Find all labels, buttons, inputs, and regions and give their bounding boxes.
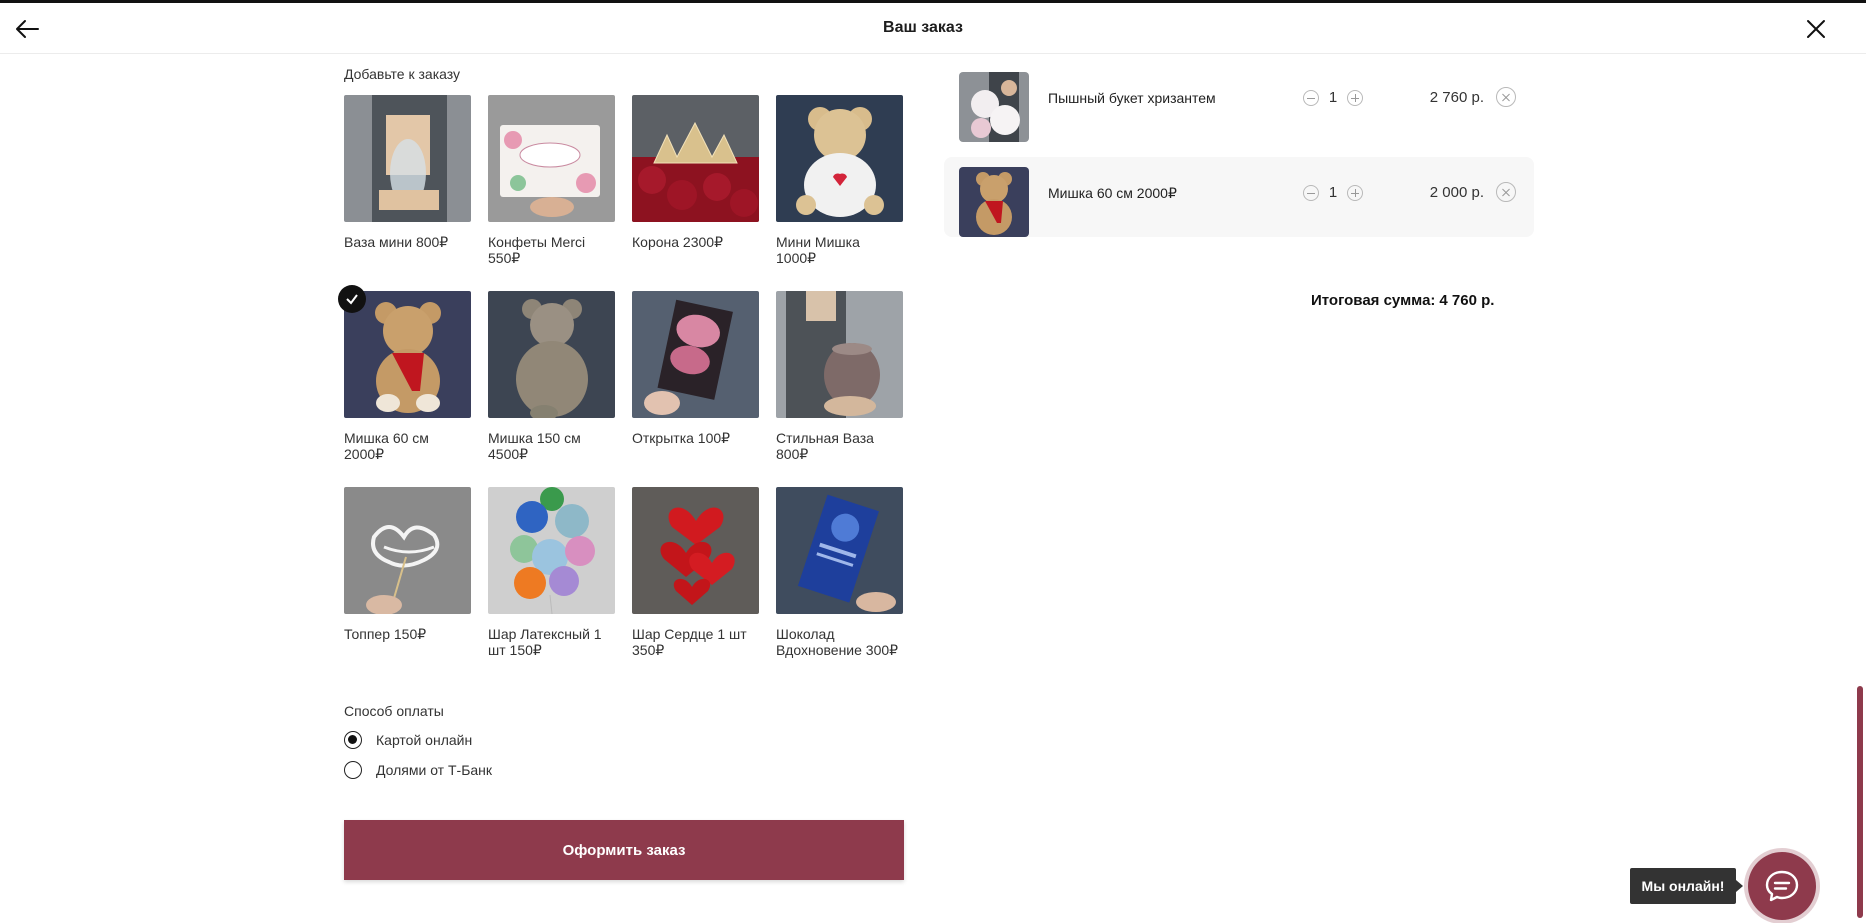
cart-item-price: 2 760 р. <box>1429 89 1484 106</box>
plus-icon[interactable] <box>1347 89 1363 106</box>
upsell-item[interactable]: Корона 2300₽ <box>632 95 760 291</box>
crown-roses-photo <box>632 95 759 222</box>
upsell-item-label: Шар Латексный 1 шт 150₽ <box>488 626 602 658</box>
upsell-item-label: Корона 2300₽ <box>632 234 723 250</box>
glass-vase-photo <box>776 291 903 418</box>
chat-button[interactable] <box>1748 852 1816 920</box>
upsell-item[interactable]: Топпер 150₽ <box>344 487 472 683</box>
payment-option-label: Картой онлайн <box>376 732 473 748</box>
cart-item-name: Мишка 60 см 2000₽ <box>1048 185 1177 201</box>
chat-tooltip: Мы онлайн! <box>1630 868 1743 904</box>
cart-item: Мишка 60 см 2000₽ 1 2 000 р. <box>944 157 1534 237</box>
chat-bubble-icon <box>1765 870 1799 902</box>
upsell-item-label: Топпер 150₽ <box>344 626 427 642</box>
upsell-item-label: Шар Сердце 1 шт 350₽ <box>632 626 747 658</box>
latex-balloons-photo <box>488 487 615 614</box>
upsell-item[interactable]: Шар Сердце 1 шт 350₽ <box>632 487 760 683</box>
payment-option-installments[interactable]: Долями от Т-Банк <box>344 761 492 779</box>
selected-check-icon <box>338 285 366 313</box>
topper-photo <box>344 487 471 614</box>
upsell-item-label: Ваза мини 800₽ <box>344 234 449 250</box>
payment-title: Способ оплаты <box>344 703 444 719</box>
upsell-item-label: Стильная Ваза 800₽ <box>776 430 874 462</box>
remove-item-icon[interactable] <box>1496 182 1516 202</box>
cart-item-name: Пышный букет хризантем <box>1048 90 1216 106</box>
quantity-value: 1 <box>1328 89 1338 106</box>
upsell-item-label: Открытка 100₽ <box>632 430 731 446</box>
card-photo <box>632 291 759 418</box>
chocolate-photo <box>776 487 903 614</box>
total-value: 4 760 р. <box>1439 292 1495 309</box>
heart-balloons-photo <box>632 487 759 614</box>
radio-selected[interactable] <box>344 731 362 749</box>
teddy-60-photo <box>344 291 471 418</box>
upsell-item[interactable]: Конфеты Merci 550₽ <box>488 95 616 291</box>
header: Ваш заказ <box>0 3 1866 54</box>
upsell-item[interactable]: Шоколад Вдохновение 300₽ <box>776 487 904 683</box>
scrollbar-thumb[interactable] <box>1857 686 1863 918</box>
minus-icon[interactable] <box>1303 89 1319 106</box>
vase-photo <box>344 95 471 222</box>
close-icon <box>1807 20 1825 38</box>
total-label: Итоговая сумма: <box>1311 292 1436 309</box>
teddy-thumbnail <box>959 167 1029 237</box>
checkout-button[interactable]: Оформить заказ <box>344 820 904 880</box>
upsell-item[interactable]: Мишка 150 см 4500₽ <box>488 291 616 487</box>
radio-unselected[interactable] <box>344 761 362 779</box>
cart-item-price: 2 000 р. <box>1429 184 1484 201</box>
upsell-item[interactable]: Мини Мишка 1000₽ <box>776 95 904 291</box>
upsell-item-label: Мини Мишка 1000₽ <box>776 234 860 266</box>
upsell-item[interactable]: Шар Латексный 1 шт 150₽ <box>488 487 616 683</box>
cart-item: Пышный букет хризантем 1 2 760 р. <box>944 62 1534 142</box>
order-total: Итоговая сумма: 4 760 р. <box>1311 292 1494 309</box>
plus-icon[interactable] <box>1347 184 1363 201</box>
quantity-value: 1 <box>1328 184 1338 201</box>
quantity-stepper: 1 <box>1303 89 1363 106</box>
payment-option-label: Долями от Т-Банк <box>376 762 493 778</box>
minus-icon[interactable] <box>1303 184 1319 201</box>
teddy-small-photo <box>776 95 903 222</box>
close-button[interactable] <box>1803 16 1829 42</box>
candy-box-photo <box>488 95 615 222</box>
upsell-title: Добавьте к заказу <box>344 66 461 82</box>
remove-item-icon[interactable] <box>1496 87 1516 107</box>
bouquet-thumbnail <box>959 72 1029 142</box>
upsell-item[interactable]: Открытка 100₽ <box>632 291 760 487</box>
quantity-stepper: 1 <box>1303 184 1363 201</box>
upsell-item[interactable]: Мишка 60 см 2000₽ <box>338 285 472 487</box>
upsell-item-label: Мишка 60 см 2000₽ <box>344 430 429 462</box>
page-title: Ваш заказ <box>883 19 963 36</box>
upsell-item-label: Шоколад Вдохновение 300₽ <box>776 626 899 658</box>
upsell-item-label: Конфеты Merci 550₽ <box>488 234 586 266</box>
upsell-grid: Ваза мини 800₽ Конфеты Merci 550₽ Корона… <box>338 95 906 683</box>
teddy-150-photo <box>488 291 615 418</box>
upsell-item[interactable]: Ваза мини 800₽ <box>344 95 472 291</box>
payment-option-card[interactable]: Картой онлайн <box>344 731 472 749</box>
upsell-item[interactable]: Стильная Ваза 800₽ <box>776 291 904 487</box>
upsell-item-label: Мишка 150 см 4500₽ <box>488 430 581 462</box>
